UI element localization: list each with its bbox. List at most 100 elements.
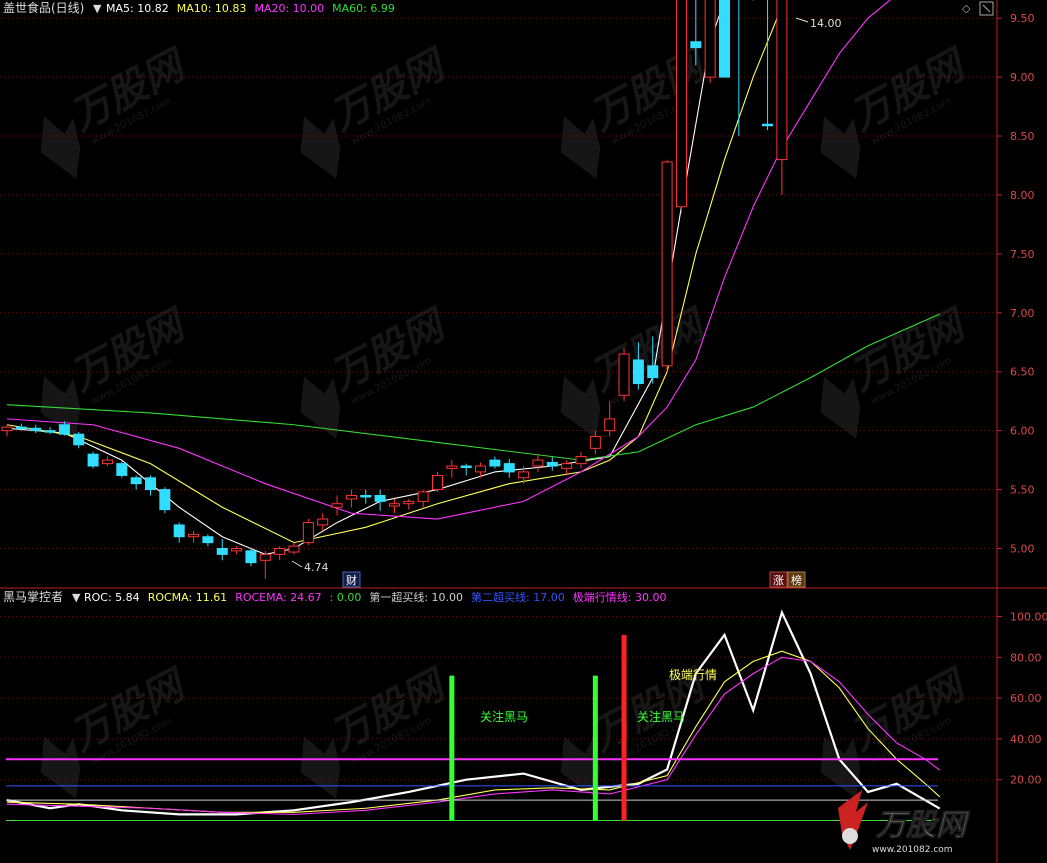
candle-body xyxy=(719,0,730,78)
candle-body xyxy=(604,418,616,432)
candle-body xyxy=(589,436,601,449)
axis-label: 6.50 xyxy=(1010,366,1035,379)
candle-body xyxy=(403,500,415,505)
candle-body xyxy=(1,426,13,432)
legend-item: ROCMA: 11.61 xyxy=(148,591,228,604)
badge-cai-text: 财 xyxy=(346,573,357,587)
axis-label: 40.00 xyxy=(1010,733,1042,746)
axis-label: 8.50 xyxy=(1010,130,1035,143)
candle-body xyxy=(44,430,56,433)
low-label: 4.74 xyxy=(304,561,329,574)
logo-brand: 万股网 xyxy=(875,808,970,843)
candle-body xyxy=(259,553,271,561)
limit-up-badge[interactable]: 涨 xyxy=(769,571,788,588)
signal-label-2: 关注黑马 xyxy=(637,709,685,724)
candle xyxy=(719,0,730,78)
axis-label: 8.00 xyxy=(1010,189,1035,202)
candle-body xyxy=(518,471,530,479)
candle-body xyxy=(145,477,156,491)
axis-label: 5.50 xyxy=(1010,484,1035,497)
candle xyxy=(704,0,716,83)
candle-body xyxy=(130,477,142,485)
legend-item: MA20: 10.00 xyxy=(254,2,324,15)
logo-url: www.201082.com xyxy=(872,845,953,855)
candle-body xyxy=(231,548,243,552)
candle-body xyxy=(417,491,429,502)
candle-body xyxy=(202,536,214,544)
candle-body xyxy=(561,463,573,469)
candle-body xyxy=(675,0,687,208)
axis-label: 5.00 xyxy=(1010,543,1035,556)
candle-body xyxy=(690,41,702,49)
legend-item: ROC: 5.84 xyxy=(84,591,140,604)
candle-body xyxy=(101,459,113,465)
signal-bar xyxy=(621,634,627,821)
header-arrow-icon[interactable]: ▼ xyxy=(93,2,102,15)
candle-body xyxy=(216,548,228,555)
candle-body xyxy=(302,522,314,544)
candle xyxy=(661,159,673,372)
diamond-icon[interactable]: ◇ xyxy=(962,2,971,15)
candle-body xyxy=(116,463,128,476)
axis-label: 80.00 xyxy=(1010,651,1042,664)
candle-body xyxy=(188,533,200,538)
axis-label: 7.00 xyxy=(1010,307,1035,320)
legend-item: : 0.00 xyxy=(330,591,362,604)
legend-item: 第一超买线: 10.00 xyxy=(369,590,463,604)
candle-body xyxy=(618,353,630,396)
candle-body xyxy=(274,548,286,555)
stock-title: 盖世食品(日线) xyxy=(3,0,84,15)
candle-body xyxy=(489,459,501,467)
candle-body xyxy=(288,545,300,553)
signal-label-3: 极端行情 xyxy=(669,668,717,682)
main-header: 盖世食品(日线) ▼ MA5: 10.82 MA10: 10.83 MA20: 10… xyxy=(3,0,395,15)
axis-label: 100.00 xyxy=(1010,611,1047,624)
candle-body xyxy=(374,494,386,502)
axis-label: 9.50 xyxy=(1010,12,1035,25)
legend-item: MA60: 6.99 xyxy=(332,2,395,15)
logo-head-icon xyxy=(842,828,858,844)
candle-body xyxy=(446,465,458,469)
candle-body xyxy=(661,161,673,367)
candle-body xyxy=(503,463,515,473)
candle-body xyxy=(245,550,257,564)
candle xyxy=(159,487,171,514)
ranking-badge[interactable]: 榜 xyxy=(787,571,806,588)
axis-label: 9.00 xyxy=(1010,71,1035,84)
indicator-legend: ROC: 5.84 ROCMA: 11.61 ROCEMA: 24.67 : 0.00… xyxy=(84,590,666,604)
candle-body xyxy=(704,0,716,78)
candle-body xyxy=(762,123,774,127)
candle-body xyxy=(432,474,443,491)
candle-body xyxy=(647,365,659,379)
indicator-arrow-icon[interactable]: ▼ xyxy=(72,591,81,604)
signal-label-1: 关注黑马 xyxy=(480,709,528,724)
legend-item: 第二超买线: 17.00 xyxy=(471,590,565,604)
candle-body xyxy=(532,459,544,467)
badge-bang-text: 榜 xyxy=(791,573,802,587)
candle xyxy=(116,461,128,478)
candle-body xyxy=(360,494,372,498)
candle-body xyxy=(159,489,171,511)
legend-item: MA10: 10.83 xyxy=(177,2,247,15)
legend-item: MA5: 10.82 xyxy=(106,2,169,15)
candle-body xyxy=(345,494,357,500)
candle xyxy=(618,348,630,402)
signal-bar xyxy=(592,675,598,821)
candle-body xyxy=(173,524,185,538)
badge-zhang-text: 涨 xyxy=(773,574,784,587)
candle-body xyxy=(30,427,42,432)
candle-body xyxy=(15,426,27,430)
candle-body xyxy=(388,503,400,507)
financial-report-badge[interactable]: 财 xyxy=(342,571,361,588)
candle-body xyxy=(776,0,788,161)
stock-chart[interactable]: 万股网www.201082.com 万股网www.201082.com 万股网www… xyxy=(0,0,1047,863)
candle-body xyxy=(331,503,343,508)
legend-item: 极端行情线: 30.00 xyxy=(573,590,667,604)
legend-item: ROCEMA: 24.67 xyxy=(235,591,321,604)
candle-body xyxy=(87,453,99,467)
candle-body xyxy=(475,465,487,473)
candle xyxy=(675,0,687,213)
signal-bar xyxy=(449,675,455,821)
axis-label: 20.00 xyxy=(1010,774,1042,787)
axis-label: 7.50 xyxy=(1010,248,1035,261)
